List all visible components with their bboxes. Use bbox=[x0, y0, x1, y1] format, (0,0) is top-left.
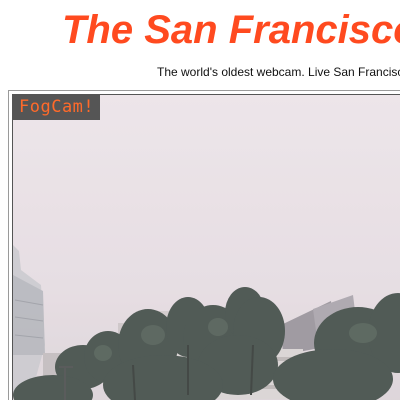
fog-scene-illustration bbox=[13, 95, 400, 400]
fogcam-label: FogCam! bbox=[13, 95, 101, 120]
page-tagline: The world's oldest webcam. Live San Fran… bbox=[157, 65, 400, 79]
webcam-image[interactable]: FogCam! bbox=[12, 94, 400, 400]
webcam-frame: FogCam! bbox=[8, 90, 400, 400]
page-title: The San Francisco bbox=[62, 8, 400, 52]
